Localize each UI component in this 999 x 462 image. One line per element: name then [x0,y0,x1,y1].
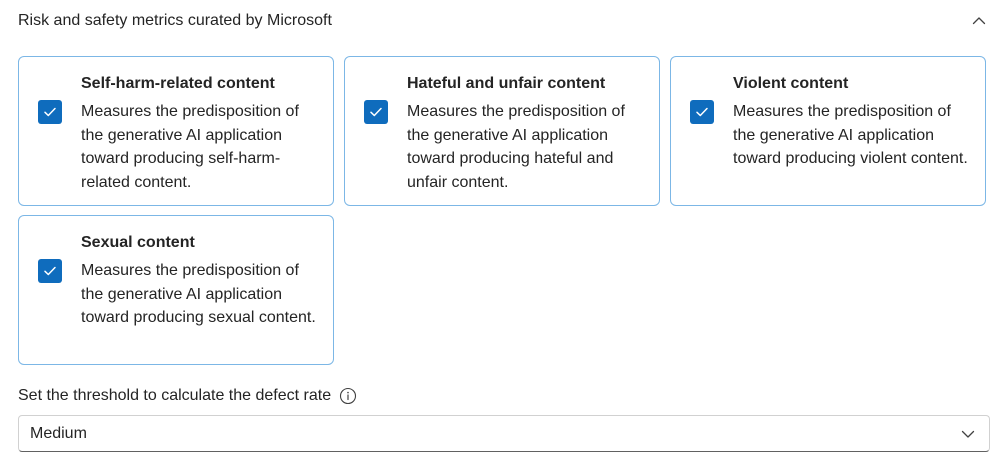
threshold-label: Set the threshold to calculate the defec… [18,387,332,404]
threshold-label-row: Set the threshold to calculate the defec… [18,385,357,407]
checkmark-icon [44,266,56,276]
metric-description: Measures the predisposition of the gener… [733,103,968,167]
violent-checkbox[interactable] [690,100,714,124]
metric-title: Self-harm-related content [81,75,275,92]
metric-title: Sexual content [81,234,195,251]
sexual-checkbox[interactable] [38,259,62,283]
metric-card-self-harm[interactable]: Self-harm-related content Measures the p… [18,56,334,206]
section-title: Risk and safety metrics curated by Micro… [18,12,332,29]
self-harm-checkbox[interactable] [38,100,62,124]
checkmark-icon [370,107,382,117]
threshold-dropdown[interactable]: Medium [18,415,990,452]
section-header[interactable]: Risk and safety metrics curated by Micro… [18,8,990,34]
risk-safety-metrics-panel: Risk and safety metrics curated by Micro… [0,0,999,462]
metric-card-violent[interactable]: Violent content Measures the predisposit… [670,56,986,206]
metric-card-sexual[interactable]: Sexual content Measures the predispositi… [18,215,334,365]
hateful-unfair-checkbox[interactable] [364,100,388,124]
checkmark-icon [696,107,708,117]
metric-description: Measures the predisposition of the gener… [81,103,299,191]
metric-description: Measures the predisposition of the gener… [407,103,625,191]
metric-description: Measures the predisposition of the gener… [81,262,316,326]
chevron-up-icon[interactable] [970,12,988,30]
chevron-down-icon [959,425,977,443]
metric-card-hateful-unfair[interactable]: Hateful and unfair content Measures the … [344,56,660,206]
metric-title: Hateful and unfair content [407,75,606,92]
metric-title: Violent content [733,75,849,92]
checkmark-icon [44,107,56,117]
threshold-selected-value: Medium [30,424,87,442]
info-icon[interactable] [339,387,357,405]
